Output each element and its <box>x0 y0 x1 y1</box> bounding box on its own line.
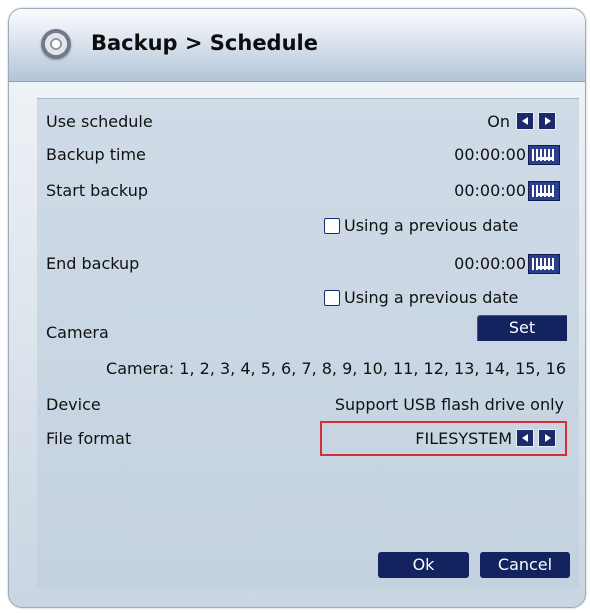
camera-set-button[interactable]: Set <box>477 315 567 341</box>
camera-label: Camera <box>46 323 109 342</box>
use-schedule-value: On <box>487 112 510 131</box>
settings-panel <box>37 98 579 589</box>
keyboard-icon[interactable] <box>528 145 560 165</box>
end-backup-label: End backup <box>46 254 140 273</box>
arrow-left-icon[interactable] <box>516 429 534 447</box>
backup-time-value[interactable]: 00:00:00 <box>440 145 526 164</box>
device-label: Device <box>46 395 101 414</box>
start-previous-date-label: Using a previous date <box>344 216 519 235</box>
keyboard-icon[interactable] <box>528 254 560 274</box>
end-backup-value[interactable]: 00:00:00 <box>440 254 526 273</box>
arrow-right-icon[interactable] <box>538 429 556 447</box>
keyboard-icon[interactable] <box>528 181 560 201</box>
cancel-button[interactable]: Cancel <box>480 552 570 578</box>
start-previous-date-checkbox[interactable] <box>324 218 340 234</box>
arrow-left-icon[interactable] <box>516 112 534 130</box>
camera-list: Camera: 1, 2, 3, 4, 5, 6, 7, 8, 9, 10, 1… <box>106 359 566 378</box>
end-previous-date-checkbox[interactable] <box>324 290 340 306</box>
dialog-title: Backup > Schedule <box>91 31 318 55</box>
file-format-value: FILESYSTEM <box>415 429 512 448</box>
file-format-label: File format <box>46 429 132 448</box>
title-bar: Backup > Schedule <box>9 9 585 82</box>
disc-icon <box>41 29 71 59</box>
device-value: Support USB flash drive only <box>334 395 564 414</box>
backup-time-label: Backup time <box>46 145 146 164</box>
arrow-right-icon[interactable] <box>538 112 556 130</box>
start-backup-label: Start backup <box>46 181 148 200</box>
backup-schedule-dialog: Backup > Schedule <box>8 8 586 608</box>
ok-button[interactable]: Ok <box>378 552 469 578</box>
end-previous-date-label: Using a previous date <box>344 288 519 307</box>
use-schedule-label: Use schedule <box>46 112 153 131</box>
start-backup-value[interactable]: 00:00:00 <box>440 181 526 200</box>
